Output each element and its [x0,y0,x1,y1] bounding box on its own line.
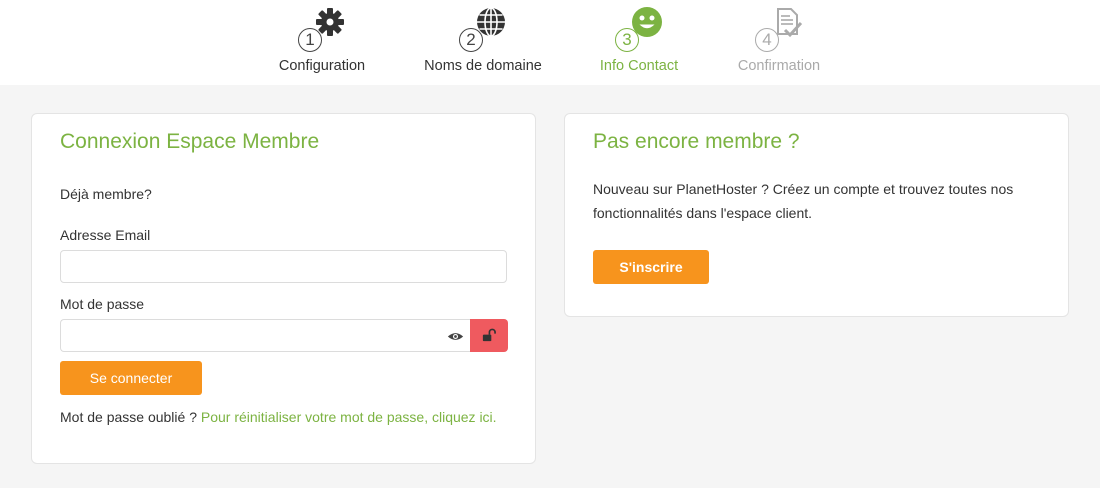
forgot-password-label: Mot de passe oublié ? [60,409,197,425]
unlock-icon [482,328,496,342]
forgot-password-text: Mot de passe oublié ? Pour réinitialiser… [60,406,510,429]
password-label: Mot de passe [60,296,145,312]
email-field[interactable] [60,250,507,283]
signup-button[interactable]: S'inscrire [593,250,709,284]
login-card: Connexion Espace Membre Déjà membre? Adr… [31,113,536,464]
signup-title: Pas encore membre ? [593,130,800,153]
login-title: Connexion Espace Membre [60,130,320,153]
step-label: Configuration [278,58,366,74]
step-domain-names[interactable]: 2 Noms de domaine [413,0,553,85]
step-configuration[interactable]: 1 Configuration [262,0,382,85]
step-contact-info[interactable]: 3 Info Contact [584,0,694,85]
step-label: Noms de domaine [424,58,542,74]
step-number: 1 [298,28,322,52]
already-member-text: Déjà membre? [60,186,152,202]
reset-password-link[interactable]: Pour réinitialiser votre mot de passe, c… [201,409,497,425]
unlock-button[interactable] [470,319,508,352]
email-label: Adresse Email [60,227,151,243]
eye-icon[interactable] [447,331,464,342]
checkout-stepper: 1 Configuration 2 Noms de domaine 3 Info… [0,0,1100,85]
step-number: 2 [459,28,483,52]
password-field[interactable] [60,319,470,352]
step-label: Confirmation [737,58,821,74]
signup-description: Nouveau sur PlanetHoster ? Créez un comp… [593,181,1014,221]
step-label: Info Contact [599,58,679,74]
step-number: 3 [615,28,639,52]
step-confirmation[interactable]: 4 Confirmation [724,0,834,85]
signup-card: Pas encore membre ? Nouveau sur PlanetHo… [564,113,1069,317]
step-number: 4 [755,28,779,52]
login-button[interactable]: Se connecter [60,361,202,395]
